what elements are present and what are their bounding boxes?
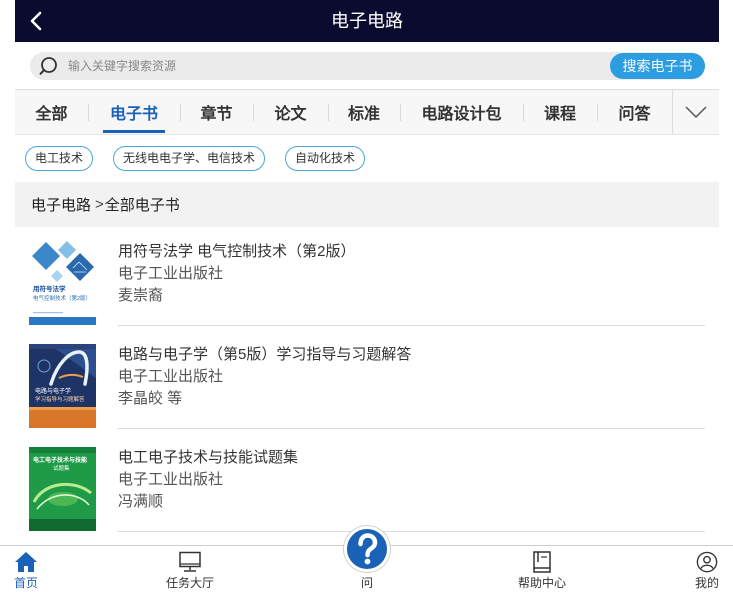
- ebook-list: 用符号法学 电气控制技术（第2版） 用符号法学 电气控制技术（第2版） 电子工业…: [15, 227, 719, 536]
- tab-ebook[interactable]: 电子书: [88, 90, 180, 134]
- cover-title-line: 试题集: [53, 464, 70, 472]
- user-icon: [695, 551, 719, 573]
- divider: [118, 325, 705, 326]
- chevron-down-icon: [685, 105, 707, 119]
- nav-ask[interactable]: 问: [337, 526, 397, 592]
- cover-title-line: 电路与电子学: [35, 387, 71, 395]
- cover-title-line: 电气控制技术（第2版）: [33, 294, 91, 302]
- book-cover[interactable]: 电路与电子学 学习指导与习题解答: [29, 344, 96, 428]
- nav-me[interactable]: 我的: [687, 546, 727, 592]
- tab-course[interactable]: 课程: [523, 90, 597, 134]
- breadcrumb-separator: >: [95, 196, 104, 213]
- bottom-nav: 首页 任务大厅 问 帮助中心 我的: [0, 526, 733, 592]
- tabs-more-button[interactable]: [672, 90, 719, 134]
- nav-label-me: 我的: [694, 576, 719, 590]
- tab-standard[interactable]: 标准: [328, 90, 400, 134]
- cover-artwork: 电路与电子学 学习指导与习题解答: [29, 344, 96, 428]
- cover-artwork: 用符号法学 电气控制技术（第2版）: [29, 241, 96, 325]
- breadcrumb-current: 全部电子书: [104, 197, 180, 214]
- tab-paper[interactable]: 论文: [253, 90, 328, 134]
- book-info: 用符号法学 电气控制技术（第2版） 电子工业出版社 麦崇裔: [118, 241, 705, 307]
- tab-all[interactable]: 全部: [15, 90, 88, 134]
- breadcrumb-root[interactable]: 电子电路: [31, 194, 91, 215]
- page-title: 电子电路: [331, 11, 403, 31]
- list-item[interactable]: 电路与电子学 学习指导与习题解答 电路与电子学（第5版）学习指导与习题解答 电子…: [15, 330, 719, 433]
- back-button[interactable]: [21, 6, 51, 36]
- book-title[interactable]: 电工电子技术与技能试题集: [118, 447, 705, 469]
- filter-tag-electrical[interactable]: 电工技术: [25, 146, 94, 171]
- divider: [118, 531, 705, 532]
- search-ebook-button[interactable]: 搜索电子书: [610, 53, 705, 79]
- category-tabs: 全部 电子书 章节 论文 标准 电路设计包 课程 问答: [15, 89, 719, 135]
- tab-chapter[interactable]: 章节: [180, 90, 253, 134]
- subject-filter-tags: 电工技术 无线电电子学、电信技术 自动化技术: [25, 146, 366, 171]
- book-info: 电路与电子学（第5版）学习指导与习题解答 电子工业出版社 李晶皎 等: [118, 344, 705, 410]
- book-author: 麦崇裔: [118, 287, 164, 304]
- book-title[interactable]: 电路与电子学（第5版）学习指导与习题解答: [118, 344, 705, 366]
- search-bar: 搜索电子书: [30, 52, 705, 80]
- book-cover[interactable]: 用符号法学 电气控制技术（第2版）: [29, 241, 96, 325]
- nav-label-task-hall: 任务大厅: [165, 576, 214, 590]
- cover-title-line: 用符号法学: [32, 284, 66, 293]
- cover-artwork: 电工电子技术与技能 试题集: [29, 447, 96, 531]
- book-title[interactable]: 用符号法学 电气控制技术（第2版）: [118, 241, 705, 263]
- book-publisher: 电子工业出版社: [118, 368, 224, 385]
- divider: [118, 428, 705, 429]
- list-item[interactable]: 电工电子技术与技能 试题集 电工电子技术与技能试题集 电子工业出版社 冯满顺: [15, 433, 719, 536]
- breadcrumb: 电子电路 > 全部电子书: [15, 182, 719, 227]
- tab-circuit-design-package[interactable]: 电路设计包: [400, 90, 523, 134]
- filter-tag-automation[interactable]: 自动化技术: [285, 146, 366, 171]
- nav-label-home: 首页: [13, 576, 38, 590]
- book-info: 电工电子技术与技能试题集 电子工业出版社 冯满顺: [118, 447, 705, 513]
- book-publisher: 电子工业出版社: [118, 471, 224, 488]
- nav-help-center[interactable]: 帮助中心: [512, 546, 572, 592]
- book-author: 冯满顺: [118, 493, 164, 510]
- book-icon: [530, 551, 554, 573]
- app-header: 电子电路: [15, 0, 719, 42]
- chevron-left-icon: [29, 11, 43, 31]
- book-cover[interactable]: 电工电子技术与技能 试题集: [29, 447, 96, 531]
- monitor-icon: [178, 551, 202, 573]
- question-icon: [344, 526, 390, 572]
- nav-label-help-center: 帮助中心: [517, 576, 566, 590]
- nav-label-ask: 问: [360, 576, 373, 590]
- book-author: 李晶皎 等: [118, 390, 183, 407]
- nav-home[interactable]: 首页: [6, 546, 46, 592]
- nav-task-hall[interactable]: 任务大厅: [160, 546, 220, 592]
- list-item[interactable]: 用符号法学 电气控制技术（第2版） 用符号法学 电气控制技术（第2版） 电子工业…: [15, 227, 719, 330]
- search-icon: [38, 56, 58, 76]
- cover-title-line: 学习指导与习题解答: [35, 395, 85, 403]
- book-publisher: 电子工业出版社: [118, 265, 224, 282]
- home-icon: [14, 551, 38, 573]
- cover-title-line: 电工电子技术与技能: [33, 456, 87, 464]
- filter-tag-radio-telecom[interactable]: 无线电电子学、电信技术: [113, 146, 266, 171]
- tab-qa[interactable]: 问答: [597, 90, 672, 134]
- search-input[interactable]: [68, 52, 603, 80]
